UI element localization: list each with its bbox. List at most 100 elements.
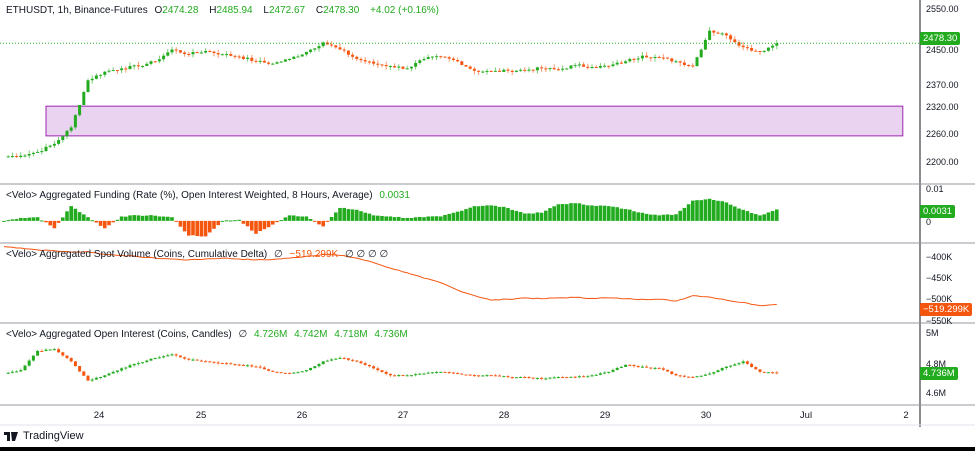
oi-candle: [661, 368, 665, 370]
funding-bar: [212, 220, 216, 229]
oi-candle: [271, 370, 275, 372]
price-last-tag: 2478.30: [920, 32, 961, 45]
oi-candle: [174, 354, 178, 356]
funding-bar: [598, 205, 603, 221]
oi-candle: [94, 377, 98, 380]
oi-candle: [393, 375, 397, 377]
price-candle: [477, 70, 481, 72]
oi-candle: [674, 373, 678, 376]
price-candle: [388, 66, 392, 68]
chart-canvas[interactable]: [0, 0, 975, 451]
funding-bar: [329, 216, 334, 221]
tradingview-logo[interactable]: TradingView: [4, 430, 84, 442]
funding-bar: [418, 216, 422, 221]
oi-candle: [645, 366, 649, 368]
oi-candle: [548, 377, 552, 379]
price-candle: [540, 67, 544, 69]
funding-bar: [241, 220, 246, 224]
symbol-label: ETHUSDT, 1h, Binance-Futures: [6, 5, 148, 16]
oi-candle: [199, 360, 203, 362]
oi-candle: [695, 376, 699, 378]
oi-candle: [724, 366, 728, 369]
time-tick: 27: [397, 410, 409, 421]
price-candle: [414, 62, 418, 67]
funding-bar: [304, 216, 309, 221]
funding-bar: [346, 209, 351, 221]
oi-candle: [699, 375, 703, 377]
oi-candle: [649, 367, 653, 369]
funding-bar: [367, 213, 372, 221]
funding-bar: [644, 213, 649, 221]
price-candle: [241, 56, 245, 59]
spot-tick: −450K: [926, 273, 953, 283]
price-candle: [531, 69, 535, 71]
price-candle: [657, 56, 661, 58]
oi-candle: [208, 361, 212, 363]
funding-bar: [73, 208, 78, 221]
funding-bar: [678, 210, 682, 221]
price-tick: 2260.00: [926, 129, 959, 139]
funding-bar: [195, 220, 199, 237]
price-candle: [603, 65, 607, 67]
oi-candle: [355, 360, 359, 362]
price-candle: [292, 56, 296, 59]
funding-bar: [392, 217, 397, 221]
price-candle: [78, 104, 82, 116]
time-tick: 30: [700, 410, 712, 421]
oi-candle: [128, 365, 132, 368]
oi-candle: [57, 349, 61, 353]
funding-bar: [745, 211, 750, 221]
funding-bar: [405, 217, 409, 221]
oi-candle: [493, 375, 497, 377]
oi-candle: [561, 377, 565, 379]
price-candle: [758, 50, 762, 52]
price-candle: [456, 59, 460, 62]
oi-candle: [603, 372, 607, 374]
price-candle: [640, 55, 644, 59]
price-tick: 2550.00: [926, 4, 959, 14]
funding-bar: [577, 203, 582, 221]
oi-candle: [531, 377, 535, 379]
time-tick: 29: [599, 410, 611, 421]
funding-bar: [359, 211, 363, 221]
price-candle: [733, 39, 737, 43]
oi-tick: 5M: [926, 328, 939, 338]
oi-candle: [485, 375, 489, 377]
oi-candle: [69, 358, 73, 362]
price-candle: [162, 55, 166, 60]
high-value: 2485.94: [216, 5, 253, 16]
funding-bar: [10, 219, 15, 221]
funding-bar: [283, 217, 288, 221]
price-candle: [695, 57, 699, 67]
funding-bar: [409, 217, 414, 221]
funding-bar: [178, 220, 183, 227]
oi-candle: [183, 357, 187, 359]
oi-open: 4.726M: [253, 329, 288, 340]
funding-bar: [749, 213, 754, 221]
funding-bar: [61, 217, 65, 221]
oi-low: 4.718M: [334, 329, 368, 340]
oi-candle: [636, 366, 640, 368]
oi-candle: [426, 372, 430, 374]
change-value: +4.02 (+0.16%): [370, 5, 439, 16]
oi-candle: [439, 371, 443, 373]
price-candle: [720, 33, 724, 35]
oi-candle: [304, 370, 308, 372]
funding-bar: [342, 207, 346, 221]
price-candle: [57, 140, 61, 144]
time-tick: 2: [903, 410, 909, 421]
funding-bar: [363, 212, 367, 221]
price-candle: [82, 92, 86, 105]
funding-bar: [775, 209, 779, 221]
price-candle: [460, 61, 464, 66]
price-legend: ETHUSDT, 1h, Binance-Futures O2474.28 H2…: [6, 5, 443, 16]
funding-bar: [439, 216, 443, 221]
funding-last-tag: 0.0031: [920, 205, 956, 218]
price-candle: [426, 57, 430, 59]
oi-candle: [422, 373, 426, 375]
price-candle: [397, 66, 401, 68]
price-candle: [762, 50, 766, 52]
funding-bar: [308, 218, 313, 221]
price-candle: [674, 61, 678, 63]
funding-bar: [292, 215, 296, 221]
